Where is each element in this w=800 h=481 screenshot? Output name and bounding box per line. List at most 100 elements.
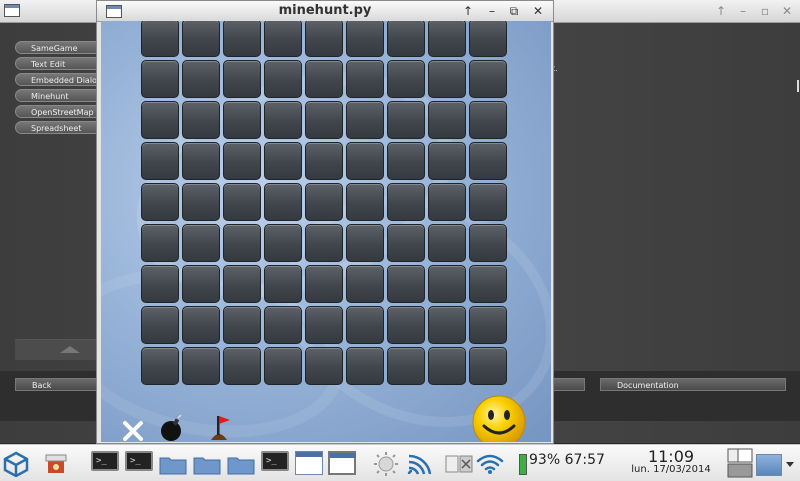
middle-button[interactable] [553,378,585,391]
mine-tile[interactable] [387,21,425,57]
mine-tile[interactable] [182,101,220,139]
mine-tile[interactable] [264,60,302,98]
mine-tile[interactable] [428,347,466,385]
mine-tile[interactable] [469,224,507,262]
mine-tile[interactable] [428,265,466,303]
mine-tile[interactable] [387,142,425,180]
mine-tile[interactable] [223,306,261,344]
mine-tile[interactable] [305,224,343,262]
mine-tile[interactable] [141,21,179,57]
mine-tile[interactable] [264,101,302,139]
mine-tile[interactable] [141,265,179,303]
mine-tile[interactable] [305,347,343,385]
minimize-icon[interactable]: – [734,2,752,20]
mine-tile[interactable] [428,183,466,221]
mine-tile[interactable] [182,306,220,344]
mine-tile[interactable] [428,306,466,344]
mine-tile[interactable] [346,347,384,385]
mine-tile[interactable] [223,21,261,57]
mine-tile[interactable] [428,224,466,262]
folder-icon[interactable] [227,455,255,475]
mine-tile[interactable] [223,347,261,385]
desktop-switcher-icon[interactable] [727,448,753,478]
minehunt-titlebar[interactable]: minehunt.py ↑ – ⧉ ✕ [97,1,553,22]
chevron-down-icon[interactable] [786,462,794,467]
mine-tile[interactable] [346,183,384,221]
maximize-icon[interactable]: ⧉ [505,2,523,20]
mine-tile[interactable] [264,224,302,262]
mine-tile[interactable] [428,142,466,180]
mine-tile[interactable] [182,21,220,57]
mine-tile[interactable] [264,21,302,57]
mine-tile[interactable] [141,183,179,221]
mine-tile[interactable] [387,224,425,262]
terminal-icon[interactable]: >_ [261,451,289,471]
mine-tile[interactable] [469,183,507,221]
brightness-icon[interactable] [372,451,400,477]
mine-tile[interactable] [264,347,302,385]
terminal-icon[interactable]: >_ [125,451,153,471]
signal-icon[interactable] [406,451,432,477]
minimize-icon[interactable]: – [483,2,501,20]
mine-tile[interactable] [182,142,220,180]
mine-tile[interactable] [346,21,384,57]
mine-tile[interactable] [305,101,343,139]
mine-tile[interactable] [469,21,507,57]
mine-tile[interactable] [141,142,179,180]
mine-tile[interactable] [428,21,466,57]
mine-tile[interactable] [182,347,220,385]
mine-tile[interactable] [469,101,507,139]
mine-tile[interactable] [387,183,425,221]
mine-tile[interactable] [469,60,507,98]
folder-icon[interactable] [159,455,187,475]
mine-tile[interactable] [223,224,261,262]
app-menu-cube-icon[interactable] [3,451,29,477]
mine-tile[interactable] [182,224,220,262]
mine-tile[interactable] [346,224,384,262]
mine-tile[interactable] [305,21,343,57]
mine-tile[interactable] [182,265,220,303]
mine-tile[interactable] [387,265,425,303]
mine-tile[interactable] [223,142,261,180]
mine-tile[interactable] [223,183,261,221]
close-game-icon[interactable] [121,419,145,442]
up-icon[interactable]: ↑ [712,2,730,20]
mine-tile[interactable] [141,347,179,385]
mine-tile[interactable] [305,265,343,303]
wifi-icon[interactable] [476,453,504,475]
mine-tile[interactable] [346,60,384,98]
mine-tile[interactable] [264,265,302,303]
mine-tile[interactable] [223,101,261,139]
mine-tile[interactable] [305,183,343,221]
mine-tile[interactable] [305,306,343,344]
mine-tile[interactable] [223,60,261,98]
mine-tile[interactable] [346,101,384,139]
mine-tile[interactable] [141,60,179,98]
window-task-icon-active[interactable] [328,451,356,475]
mine-tile[interactable] [264,306,302,344]
mine-tile[interactable] [387,306,425,344]
package-manager-icon[interactable] [42,449,70,477]
close-icon[interactable]: ✕ [778,2,796,20]
mine-tile[interactable] [346,142,384,180]
mine-tile[interactable] [141,306,179,344]
mine-tile[interactable] [346,265,384,303]
smiley-face-icon[interactable] [471,394,527,442]
mine-tile[interactable] [141,101,179,139]
mine-tile[interactable] [346,306,384,344]
show-desktop-icon[interactable] [756,454,782,476]
mine-tile[interactable] [387,60,425,98]
mine-tile[interactable] [387,347,425,385]
mine-tile[interactable] [469,306,507,344]
folder-icon[interactable] [193,455,221,475]
mine-tile[interactable] [141,224,179,262]
mine-tile[interactable] [469,265,507,303]
terminal-icon[interactable]: >_ [91,451,119,471]
documentation-button[interactable]: Documentation [600,378,786,391]
mine-tile[interactable] [469,142,507,180]
mine-tile[interactable] [428,60,466,98]
window-task-icon[interactable] [295,451,323,475]
mine-tile[interactable] [305,142,343,180]
mine-tile[interactable] [428,101,466,139]
network-disconnected-icon[interactable] [445,453,473,475]
